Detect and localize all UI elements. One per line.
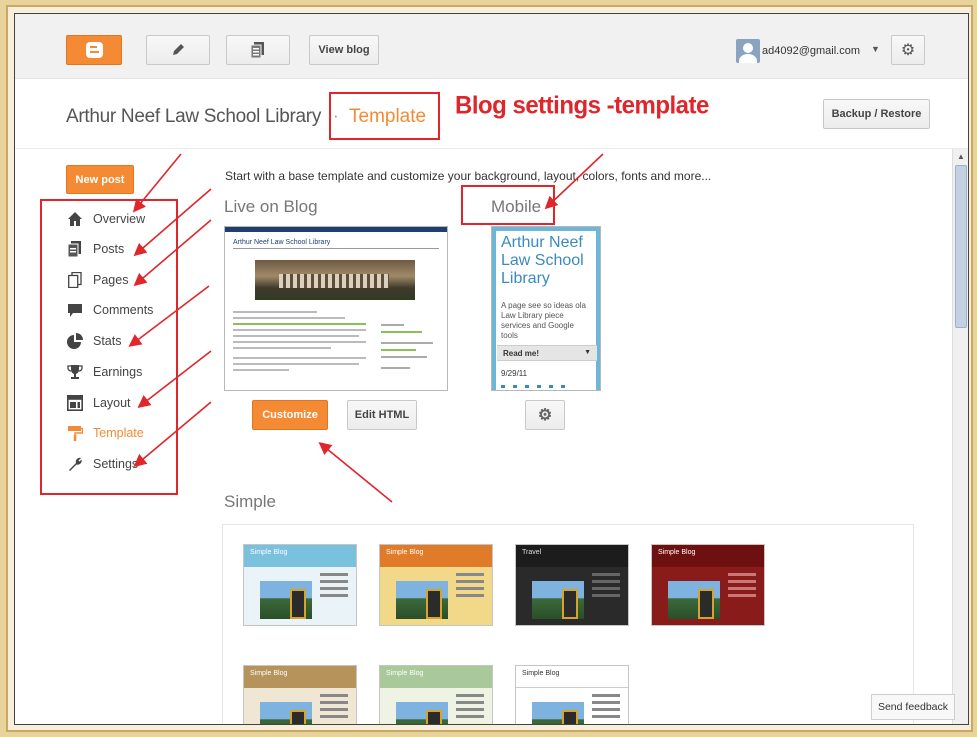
- page-title: Template: [349, 106, 427, 127]
- sidebar-item-overview[interactable]: Overview: [66, 206, 145, 232]
- sidebar-item-label: Posts: [93, 242, 125, 256]
- trophy-icon: [66, 363, 84, 381]
- mobile-preview-description: A page see so ideas ola Law Library piec…: [501, 301, 586, 340]
- pie-chart-icon: [66, 332, 84, 350]
- preview-sidebar: [381, 319, 439, 374]
- backup-restore-button[interactable]: Backup / Restore: [823, 99, 930, 129]
- settings-gear-button[interactable]: ⚙: [891, 35, 925, 65]
- sidebar-item-label: Comments: [93, 303, 154, 317]
- sidebar-item-comments[interactable]: Comments: [66, 297, 153, 323]
- view-blog-button[interactable]: View blog: [309, 35, 379, 65]
- template-simple-white[interactable]: Simple Blog: [515, 665, 629, 724]
- sidebar-item-layout[interactable]: Layout: [66, 390, 131, 416]
- intro-text: Start with a base template and customize…: [225, 169, 712, 183]
- comment-icon: [66, 301, 84, 319]
- template-name: Simple Blog: [652, 545, 764, 567]
- template-name: Simple Blog: [516, 666, 628, 688]
- breadcrumb-separator: ·: [333, 106, 339, 125]
- preview-header-image: [255, 260, 415, 300]
- arrow-line: [133, 219, 212, 287]
- template-simple-orange[interactable]: Simple Blog: [379, 544, 493, 626]
- mobile-read-more: Read me!: [503, 349, 540, 358]
- sidebar-item-label: Pages: [93, 273, 129, 287]
- pages-icon: [66, 271, 84, 289]
- preview-divider: [233, 248, 439, 249]
- sidebar-item-template[interactable]: Template: [66, 420, 144, 446]
- template-name: Simple Blog: [244, 666, 356, 688]
- top-bar: View blog ad4092@gmail.com ▼ ⚙: [15, 14, 968, 79]
- sidebar-item-earnings[interactable]: Earnings: [66, 359, 142, 385]
- customize-button[interactable]: Customize: [252, 400, 328, 430]
- template-travel-dark[interactable]: Travel: [515, 544, 629, 626]
- template-name: Travel: [516, 545, 628, 567]
- sidebar-item-label: Settings: [93, 457, 139, 471]
- chevron-down-icon[interactable]: ▼: [871, 44, 880, 54]
- preview-navbar: [225, 227, 447, 232]
- template-simple-blue[interactable]: Simple Blog: [243, 544, 357, 626]
- sidebar-item-label: Layout: [93, 396, 131, 410]
- template-simple-green[interactable]: Simple Blog: [379, 665, 493, 724]
- scrollbar-thumb[interactable]: [955, 165, 967, 328]
- arrow-line: [133, 401, 212, 468]
- new-post-button[interactable]: New post: [66, 165, 134, 194]
- mobile-settings-button[interactable]: ⚙: [525, 400, 565, 430]
- sidebar-item-label: Stats: [93, 334, 122, 348]
- template-name: Simple Blog: [380, 666, 492, 688]
- mobile-preview-title: Arthur Neef Law School Library: [501, 234, 584, 287]
- paint-roller-icon: [66, 424, 84, 442]
- template-simple-red[interactable]: Simple Blog: [651, 544, 765, 626]
- sidebar-item-stats[interactable]: Stats: [66, 328, 122, 354]
- wrench-icon: [66, 455, 84, 473]
- posts-list-button[interactable]: [226, 35, 290, 65]
- layout-icon: [66, 394, 84, 412]
- mobile-heading: Mobile: [491, 197, 542, 216]
- blogger-icon: [85, 42, 103, 58]
- edit-html-button[interactable]: Edit HTML: [347, 400, 417, 430]
- blogger-logo-button[interactable]: [66, 35, 122, 65]
- house-icon: [66, 210, 84, 228]
- avatar[interactable]: [736, 39, 760, 63]
- template-name: Simple Blog: [244, 545, 356, 567]
- blogger-window: View blog ad4092@gmail.com ▼ ⚙ Arthur Ne…: [14, 13, 969, 725]
- posts-list-icon: [251, 42, 264, 58]
- new-post-pencil-button[interactable]: [146, 35, 210, 65]
- preview-title: Arthur Neef Law School Library: [233, 239, 331, 246]
- account-email[interactable]: ad4092@gmail.com: [762, 45, 860, 57]
- preview-post-body: [233, 307, 373, 375]
- sidebar-item-label: Template: [93, 426, 144, 440]
- sidebar-item-pages[interactable]: Pages: [66, 267, 128, 293]
- sidebar-item-label: Overview: [93, 212, 146, 226]
- arrow-line: [318, 441, 393, 503]
- live-template-preview[interactable]: Arthur Neef Law School Library: [224, 226, 448, 391]
- blog-title[interactable]: Arthur Neef Law School Library: [66, 106, 321, 128]
- sidebar-item-posts[interactable]: Posts: [66, 236, 124, 262]
- sidebar-item-label: Earnings: [93, 365, 143, 379]
- template-simple-tan[interactable]: Simple Blog: [243, 665, 357, 724]
- mobile-preview-date: 9/29/11: [501, 369, 528, 378]
- live-on-blog-heading: Live on Blog: [224, 197, 318, 216]
- arrow-line: [133, 188, 212, 257]
- posts-icon: [66, 240, 84, 258]
- mobile-template-preview[interactable]: Arthur Neef Law School Library A page se…: [491, 226, 601, 391]
- annotation-title: Blog settings -template: [455, 91, 709, 120]
- scroll-up-arrow-icon[interactable]: ▲: [955, 151, 967, 163]
- arrow-line: [132, 153, 182, 213]
- pencil-icon: [173, 44, 184, 55]
- template-name: Simple Blog: [380, 545, 492, 567]
- chevron-down-icon: ▼: [584, 349, 591, 356]
- send-feedback-button[interactable]: Send feedback: [871, 694, 955, 720]
- simple-heading: Simple: [224, 492, 276, 511]
- gear-icon: ⚙: [900, 42, 916, 59]
- gear-icon: ⚙: [537, 407, 553, 424]
- arrow-line: [137, 350, 212, 408]
- vertical-scrollbar[interactable]: ▲: [952, 149, 968, 724]
- sidebar-item-settings[interactable]: Settings: [66, 451, 138, 477]
